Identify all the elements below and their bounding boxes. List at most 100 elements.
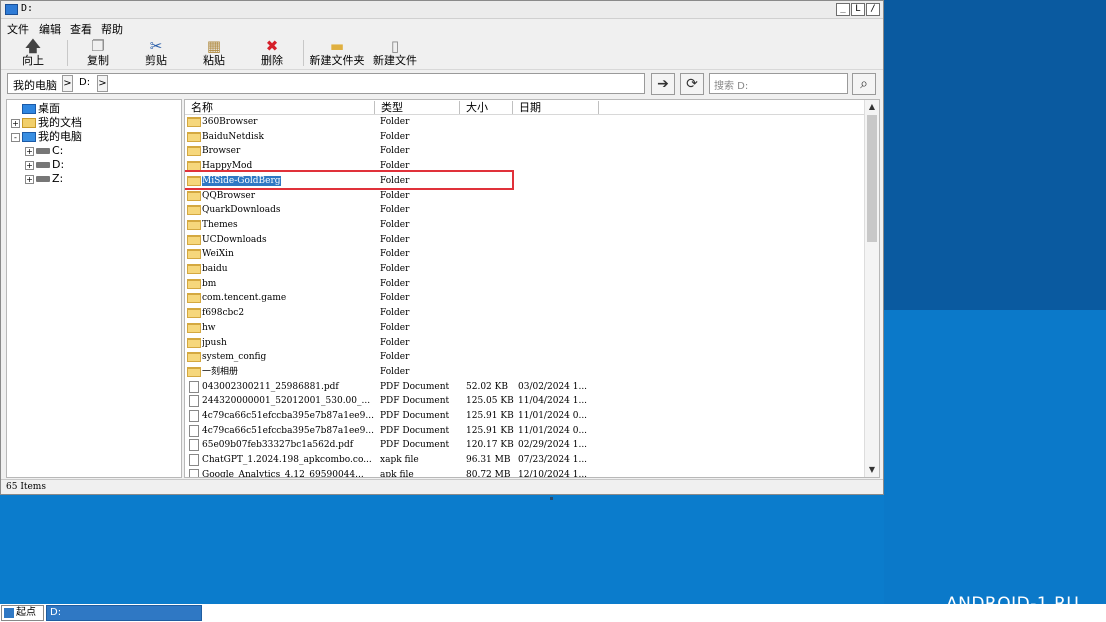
cut-button[interactable]: ✂ 剪贴 <box>139 37 173 69</box>
file-type: Folder <box>380 293 410 304</box>
new-folder-label: 新建文件夹 <box>309 54 365 67</box>
file-row[interactable]: Browser Folder <box>185 144 865 159</box>
file-row[interactable]: ChatGPT_1.2024.198_apkcombo.co... xapk fi… <box>185 453 865 468</box>
tree-item[interactable]: - 我的电脑 <box>11 130 82 143</box>
file-name-cell: 244320000001_52012001_530.00_... <box>202 394 374 408</box>
vertical-scrollbar[interactable]: ▲ ▼ <box>864 100 879 477</box>
file-row[interactable]: 360Browser Folder <box>185 115 865 130</box>
chevron-right-icon[interactable]: > <box>97 75 108 92</box>
delete-button[interactable]: ✖ 删除 <box>255 37 289 69</box>
file-row[interactable]: QQBrowser Folder <box>185 189 865 204</box>
file-row[interactable]: jpush Folder <box>185 336 865 351</box>
file-type: Folder <box>380 234 410 245</box>
minimize-button[interactable]: _ <box>836 3 850 16</box>
file-row[interactable]: 4c79ca66c51efccba395e7b87a1ee9... PDF Doc… <box>185 424 865 439</box>
new-file-button[interactable]: ▯ 新建文件 <box>372 37 418 69</box>
status-bar: 65 Items <box>1 479 883 494</box>
tree-item[interactable]: + 我的文档 <box>11 116 82 129</box>
file-row[interactable]: Themes Folder <box>185 218 865 233</box>
taskbar-window-item[interactable]: D: <box>46 605 202 621</box>
file-type: Folder <box>380 219 410 230</box>
menu-view[interactable]: 查看 <box>70 21 92 37</box>
file-row[interactable]: WeiXin Folder <box>185 247 865 262</box>
start-icon <box>4 608 14 618</box>
file-row[interactable]: bm Folder <box>185 277 865 292</box>
tree-item[interactable]: 桌面 <box>11 102 60 115</box>
file-name: jpush <box>202 337 227 348</box>
desktop-dot <box>550 497 553 500</box>
tree-expander-icon[interactable]: + <box>11 118 20 128</box>
file-name: Themes <box>202 219 238 230</box>
tree-item[interactable]: + Z: <box>25 172 63 185</box>
up-arrow-icon: 🡅 <box>25 37 41 55</box>
file-name: bm <box>202 278 217 289</box>
file-row[interactable]: QuarkDownloads Folder <box>185 203 865 218</box>
file-type: Folder <box>380 249 410 260</box>
column-type[interactable]: 类型 <box>375 101 460 114</box>
tree-item[interactable]: + C: <box>25 144 63 157</box>
restore-button[interactable]: L <box>851 3 865 16</box>
menu-edit[interactable]: 编辑 <box>39 21 61 37</box>
search-icon[interactable]: ⌕ <box>852 73 876 95</box>
scroll-up-icon[interactable]: ▲ <box>866 101 878 113</box>
file-type: Folder <box>380 146 410 157</box>
file-row[interactable]: 043002300211_25986881.pdf PDF Document 52.… <box>185 380 865 395</box>
scroll-thumb[interactable] <box>867 115 877 242</box>
folder-icon <box>187 264 201 274</box>
file-row[interactable]: f698cbc2 Folder <box>185 306 865 321</box>
file-row[interactable]: com.tencent.game Folder <box>185 291 865 306</box>
file-name: com.tencent.game <box>202 293 287 304</box>
tree-expander-icon[interactable]: - <box>11 132 20 142</box>
watermark-text: ANDROID-1.RU <box>946 594 1080 614</box>
file-date: 11/01/2024 0... <box>518 411 588 421</box>
file-row[interactable]: 4c79ca66c51efccba395e7b87a1ee9... PDF Doc… <box>185 409 865 424</box>
start-button[interactable]: 起点 <box>1 605 44 621</box>
address-box[interactable]: 我的电脑 > D: > <box>7 73 645 94</box>
breadcrumb-drive[interactable]: D: <box>79 77 90 88</box>
copy-label: 复制 <box>87 54 109 67</box>
tree-expander-icon[interactable]: + <box>25 174 34 184</box>
desktop-icon <box>22 104 36 114</box>
menu-file[interactable]: 文件 <box>7 21 29 37</box>
file-row[interactable]: system_config Folder <box>185 350 865 365</box>
folder-icon <box>187 366 201 377</box>
scroll-down-icon[interactable]: ▼ <box>866 464 878 476</box>
file-row[interactable]: Google_Analytics_4.12_69590044... apk fil… <box>185 468 865 477</box>
file-row[interactable]: 一刻相册 Folder <box>185 365 865 380</box>
new-folder-button[interactable]: ▬ 新建文件夹 <box>309 37 365 69</box>
column-name[interactable]: 名称 <box>185 101 375 114</box>
file-row[interactable]: 65e09b07feb33327bc1a562d.pdf PDF Document… <box>185 438 865 453</box>
menu-help[interactable]: 帮助 <box>101 21 123 37</box>
file-row[interactable]: baidu Folder <box>185 262 865 277</box>
file-row[interactable]: 244320000001_52012001_530.00_... PDF Docu… <box>185 394 865 409</box>
tree-expander-icon[interactable]: + <box>25 146 34 156</box>
new-file-icon: ▯ <box>390 37 400 55</box>
close-button[interactable]: / <box>866 3 880 16</box>
folder-icon <box>187 219 201 230</box>
file-name-cell: 4c79ca66c51efccba395e7b87a1ee9... <box>202 424 374 438</box>
go-arrow-button[interactable]: ➔ <box>651 73 675 95</box>
tree-item[interactable]: + D: <box>25 158 64 171</box>
copy-button[interactable]: ❐ 复制 <box>81 37 115 69</box>
tree-expander-icon[interactable]: + <box>25 160 34 170</box>
search-input[interactable]: 搜索 D: <box>709 73 848 94</box>
file-row[interactable]: BaiduNetdisk Folder <box>185 130 865 145</box>
tree-item-label: 我的文档 <box>38 116 82 129</box>
file-row[interactable]: UCDownloads Folder <box>185 233 865 248</box>
delete-x-icon: ✖ <box>265 37 279 55</box>
file-name-cell: QQBrowser <box>202 189 374 203</box>
file-name: 一刻相册 <box>202 366 239 377</box>
chevron-right-icon[interactable]: > <box>62 75 73 92</box>
column-size[interactable]: 大小 <box>460 101 513 114</box>
paste-button[interactable]: ▦ 粘贴 <box>197 37 231 69</box>
file-row[interactable]: hw Folder <box>185 321 865 336</box>
up-button[interactable]: 🡅 向上 <box>17 37 49 69</box>
tree-item-label: D: <box>52 158 65 171</box>
title-bar[interactable]: D: _ L / <box>1 1 883 19</box>
breadcrumb-my-computer[interactable]: 我的电脑 <box>13 77 57 93</box>
file-name: 65e09b07feb33327bc1a562d.pdf <box>202 440 354 451</box>
refresh-button[interactable]: ⟳ <box>680 73 704 95</box>
column-date[interactable]: 日期 <box>513 101 599 114</box>
file-date: 11/01/2024 0... <box>518 425 588 436</box>
file-name: UCDownloads <box>202 234 267 245</box>
